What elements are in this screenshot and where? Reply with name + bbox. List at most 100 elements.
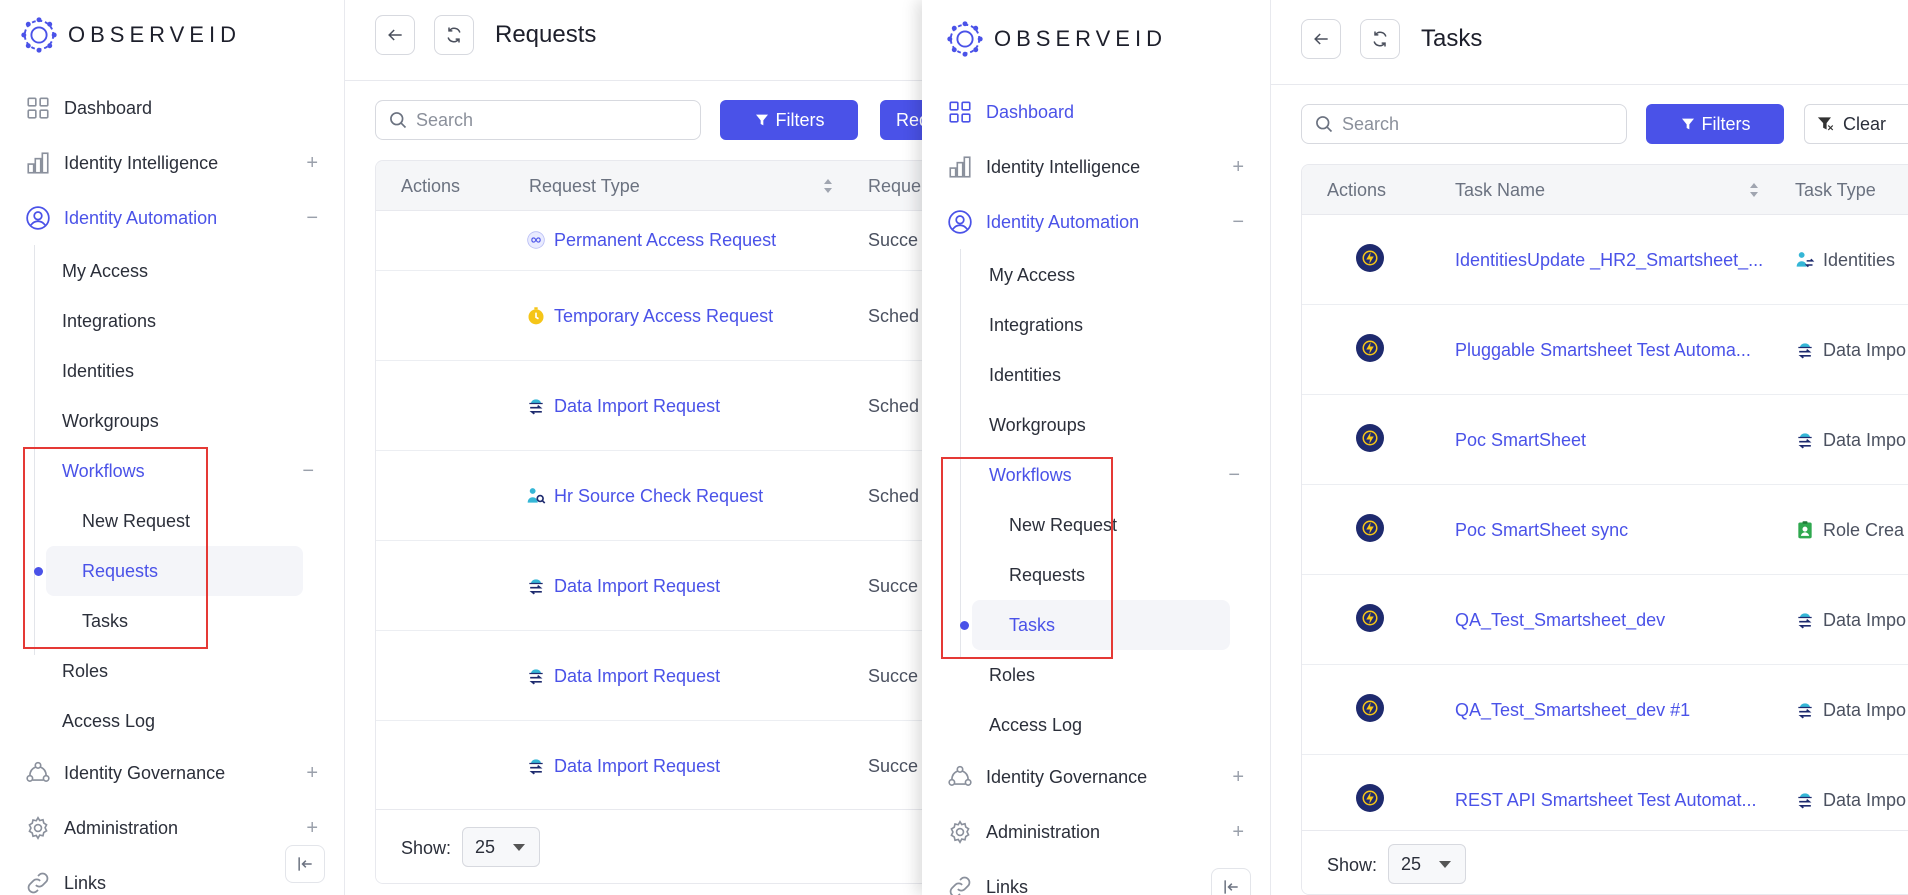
run-task-icon[interactable] — [1356, 244, 1384, 272]
run-task-icon[interactable] — [1356, 424, 1384, 452]
expand-icon[interactable]: + — [1232, 766, 1244, 789]
search-box[interactable] — [1301, 104, 1627, 144]
task-name-link[interactable]: QA_Test_Smartsheet_dev #1 — [1455, 695, 1690, 725]
request-type-link[interactable]: Temporary Access Request — [554, 306, 773, 327]
sidebar-item-identity-governance[interactable]: Identity Governance + — [946, 755, 1250, 799]
back-button[interactable] — [1301, 19, 1341, 59]
collapse-sidebar-button[interactable] — [1211, 868, 1251, 895]
requests-action-button[interactable]: Req — [880, 100, 922, 140]
table-row[interactable]: IdentitiesUpdate _HR2_Smartsheet_... Iden… — [1302, 215, 1908, 305]
refresh-button[interactable] — [434, 15, 474, 55]
sidebar-item-my-access[interactable]: My Access — [62, 251, 148, 291]
collapse-icon[interactable]: − — [1232, 211, 1244, 234]
sidebar-item-identity-governance[interactable]: Identity Governance + — [24, 751, 324, 795]
sidebar-item-roles[interactable]: Roles — [62, 651, 108, 691]
page-size-select[interactable]: 25 — [1388, 844, 1466, 884]
table-row[interactable]: Data Import Request Sched — [376, 361, 922, 451]
sidebar-item-access-log[interactable]: Access Log — [62, 701, 155, 741]
column-task-name[interactable]: Task Name — [1455, 165, 1545, 215]
sidebar-item-access-log[interactable]: Access Log — [989, 705, 1082, 745]
table-row[interactable]: Data Import Request Succe — [376, 541, 922, 631]
search-input[interactable] — [1342, 113, 1542, 135]
run-task-icon[interactable] — [1356, 694, 1384, 722]
table-row[interactable]: Pluggable Smartsheet Test Automa... Data … — [1302, 305, 1908, 395]
sidebar-item-identity-automation[interactable]: Identity Automation − — [946, 200, 1250, 244]
collapse-icon[interactable]: − — [1228, 464, 1240, 487]
brand-logo[interactable]: OBSERVEID — [20, 16, 241, 54]
sidebar-item-my-access[interactable]: My Access — [989, 255, 1075, 295]
sidebar-item-identity-intelligence[interactable]: Identity Intelligence + — [946, 145, 1250, 189]
sidebar-item-links[interactable]: Links — [946, 865, 1250, 895]
sidebar-item-workgroups[interactable]: Workgroups — [62, 401, 159, 441]
workflows-collapse[interactable]: − — [290, 449, 320, 493]
page-size-select[interactable]: 25 — [462, 827, 540, 867]
collapse-icon[interactable]: − — [302, 460, 314, 483]
search-input[interactable] — [416, 109, 616, 131]
back-button[interactable] — [375, 15, 415, 55]
run-task-icon[interactable] — [1356, 334, 1384, 362]
brand-logo[interactable]: OBSERVEID — [946, 20, 1167, 58]
table-row[interactable]: Permanent Access Request Succe — [376, 211, 922, 271]
request-type-link[interactable]: Data Import Request — [554, 576, 720, 597]
task-name-link[interactable]: QA_Test_Smartsheet_dev — [1455, 605, 1665, 635]
sidebar-item-dashboard[interactable]: Dashboard — [946, 90, 1250, 134]
collapse-icon[interactable]: − — [306, 207, 318, 230]
sidebar-item-integrations[interactable]: Integrations — [989, 305, 1083, 345]
sidebar-item-requests[interactable]: Requests — [1009, 555, 1085, 595]
sidebar-item-dashboard[interactable]: Dashboard — [24, 86, 324, 130]
sidebar-item-links[interactable]: Links — [24, 861, 324, 895]
sidebar-item-new-request[interactable]: New Request — [1009, 505, 1117, 545]
run-task-icon[interactable] — [1356, 514, 1384, 542]
table-row[interactable]: QA_Test_Smartsheet_dev Data Impo — [1302, 575, 1908, 665]
table-row[interactable]: Data Import Request Succe — [376, 631, 922, 721]
sidebar-item-workflows[interactable]: Workflows — [62, 451, 324, 491]
request-type-link[interactable]: Data Import Request — [554, 756, 720, 777]
table-row[interactable]: Temporary Access Request Sched — [376, 271, 922, 361]
table-row[interactable]: Poc SmartSheet Data Impo — [1302, 395, 1908, 485]
search-box[interactable] — [375, 100, 701, 140]
request-type-link[interactable]: Permanent Access Request — [554, 230, 776, 251]
expand-icon[interactable]: + — [1232, 821, 1244, 844]
sort-icon[interactable] — [823, 176, 833, 196]
column-task-type[interactable]: Task Type — [1795, 165, 1876, 215]
task-name-link[interactable]: REST API Smartsheet Test Automat... — [1455, 785, 1756, 815]
table-row[interactable]: Data Import Request Succe — [376, 721, 922, 811]
sidebar-item-workflows[interactable]: Workflows — [989, 455, 1072, 495]
sidebar-item-roles[interactable]: Roles — [989, 655, 1035, 695]
task-name-link[interactable]: Poc SmartSheet — [1455, 425, 1586, 455]
clear-filters-button[interactable]: Clear — [1804, 104, 1908, 144]
sidebar-item-identity-intelligence[interactable]: Identity Intelligence + — [24, 141, 324, 185]
expand-icon[interactable]: + — [306, 817, 318, 840]
table-row[interactable]: Hr Source Check Request Sched — [376, 451, 922, 541]
sidebar-item-integrations[interactable]: Integrations — [62, 301, 156, 341]
filters-button[interactable]: Filters — [720, 100, 858, 140]
collapse-sidebar-button[interactable] — [285, 845, 325, 883]
workflows-collapse[interactable]: − — [1216, 453, 1246, 497]
table-row[interactable]: Poc SmartSheet sync Role Crea — [1302, 485, 1908, 575]
expand-icon[interactable]: + — [306, 762, 318, 785]
sidebar-item-tasks[interactable]: Tasks — [1009, 605, 1055, 645]
sidebar-item-workgroups[interactable]: Workgroups — [989, 405, 1086, 445]
sidebar-item-identities[interactable]: Identities — [989, 355, 1061, 395]
expand-icon[interactable]: + — [1232, 156, 1244, 179]
request-type-link[interactable]: Hr Source Check Request — [554, 486, 763, 507]
sidebar-item-requests[interactable]: Requests — [82, 551, 158, 591]
sidebar-item-administration[interactable]: Administration + — [946, 810, 1250, 854]
sidebar-item-identity-automation[interactable]: Identity Automation − — [24, 196, 324, 240]
task-name-link[interactable]: Poc SmartSheet sync — [1455, 515, 1628, 545]
request-type-link[interactable]: Data Import Request — [554, 666, 720, 687]
task-name-link[interactable]: IdentitiesUpdate _HR2_Smartsheet_... — [1455, 245, 1763, 275]
task-name-link[interactable]: Pluggable Smartsheet Test Automa... — [1455, 335, 1751, 365]
sidebar-item-administration[interactable]: Administration + — [24, 806, 324, 850]
request-type-link[interactable]: Data Import Request — [554, 396, 720, 417]
sidebar-item-tasks[interactable]: Tasks — [82, 601, 128, 641]
run-task-icon[interactable] — [1356, 784, 1384, 812]
expand-icon[interactable]: + — [306, 152, 318, 175]
sidebar-item-identities[interactable]: Identities — [62, 351, 134, 391]
table-row[interactable]: QA_Test_Smartsheet_dev #1 Data Impo — [1302, 665, 1908, 755]
sidebar-item-new-request[interactable]: New Request — [82, 501, 190, 541]
run-task-icon[interactable] — [1356, 604, 1384, 632]
column-request-type[interactable]: Request Type — [529, 161, 640, 211]
filters-button[interactable]: Filters — [1646, 104, 1784, 144]
refresh-button[interactable] — [1360, 19, 1400, 59]
